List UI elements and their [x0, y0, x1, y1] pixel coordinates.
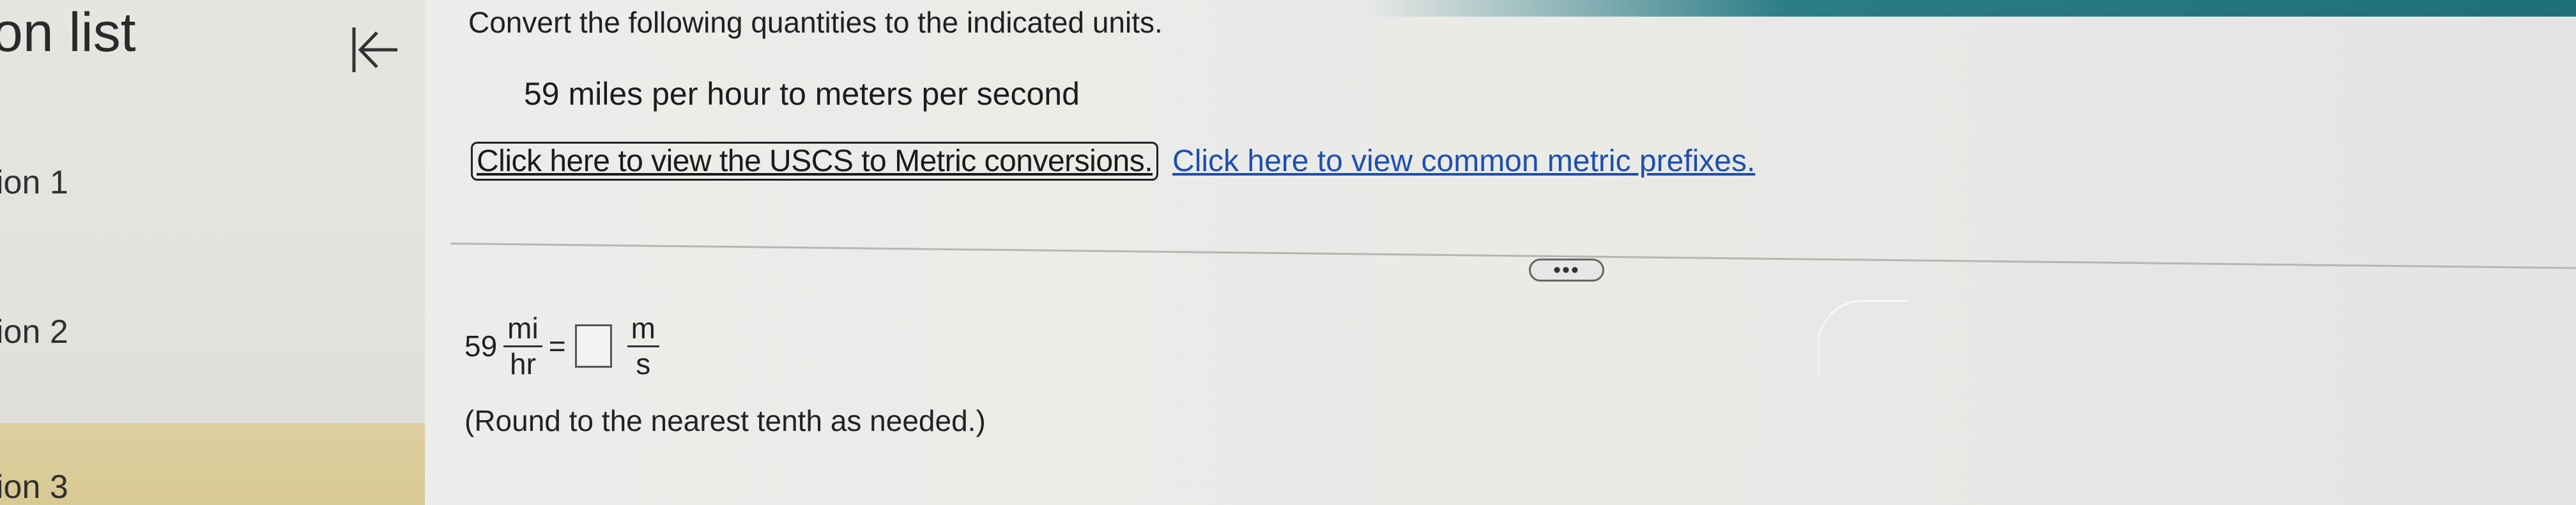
- sidebar-item-question-2[interactable]: ion 2: [0, 313, 425, 364]
- question-panel: Convert the following quantities to the …: [425, 0, 2576, 505]
- to-unit-fraction: m s: [627, 312, 659, 381]
- more-options-button[interactable]: •••: [1529, 259, 1604, 282]
- header-accent-bar: [1362, 0, 2576, 17]
- question-instructions: Convert the following quantities to the …: [468, 6, 1163, 39]
- sidebar-item-label: ion 3: [0, 469, 68, 505]
- sidebar-item-label: ion 1: [0, 164, 68, 201]
- sidebar-item-label: ion 2: [0, 313, 68, 350]
- sidebar-item-question-3[interactable]: ion 3: [0, 423, 425, 505]
- answer-input[interactable]: [574, 324, 612, 368]
- collapse-sidebar-button[interactable]: [342, 18, 406, 82]
- reference-links: Click here to view the USCS to Metric co…: [471, 142, 1755, 181]
- collapse-left-icon: [352, 27, 397, 72]
- to-unit-denominator: s: [636, 347, 651, 381]
- equals-sign: =: [548, 329, 566, 363]
- sidebar: on list ion 1 ion 2 ion 3: [0, 0, 425, 505]
- uscs-conversions-link[interactable]: Click here to view the USCS to Metric co…: [471, 142, 1159, 181]
- to-unit-numerator: m: [631, 312, 656, 345]
- problem-statement: 59 miles per hour to meters per second: [524, 76, 1080, 112]
- from-unit-numerator: mi: [507, 312, 539, 345]
- conversion-equation: 59 mi hr = m s: [464, 312, 666, 381]
- rounding-note: (Round to the nearest tenth as needed.): [464, 404, 986, 437]
- sidebar-title: on list: [0, 2, 136, 63]
- metric-prefixes-link[interactable]: Click here to view common metric prefixe…: [1172, 144, 1755, 179]
- screen-glare: [1818, 300, 1907, 377]
- from-unit-denominator: hr: [509, 347, 536, 381]
- sidebar-item-question-1[interactable]: ion 1: [0, 163, 425, 215]
- from-unit-fraction: mi hr: [503, 312, 542, 381]
- given-value: 59: [464, 329, 498, 363]
- section-divider: [450, 243, 2576, 269]
